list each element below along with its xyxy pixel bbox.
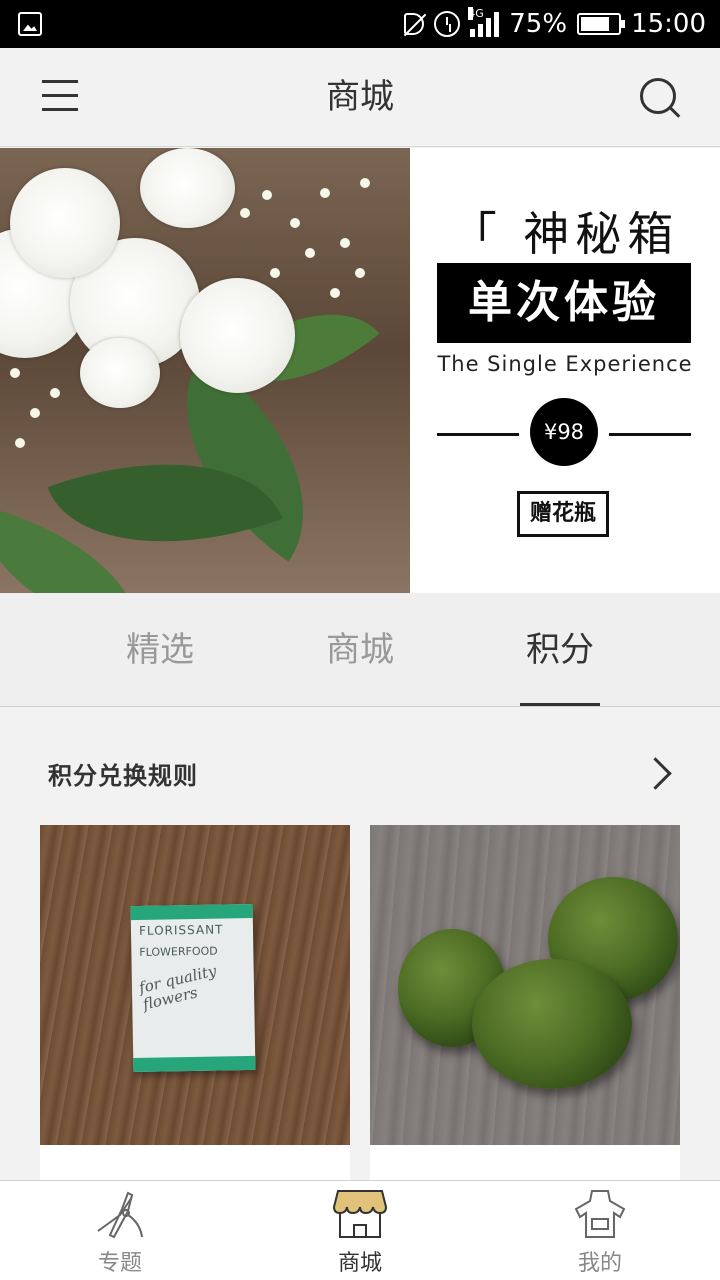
mute-icon <box>404 13 425 35</box>
banner-flower-image <box>0 148 410 593</box>
flower-food-packet: FLORISSANT FLOWERFOOD for quality flower… <box>130 903 256 1073</box>
shop-awning-icon <box>332 1190 388 1238</box>
product-card[interactable] <box>370 825 680 1185</box>
banner-single-experience-en: The Single Experience <box>437 352 693 376</box>
banner-price: ¥98 <box>530 398 598 466</box>
nav-mine[interactable]: 我的 <box>480 1181 720 1280</box>
product-image-moss <box>370 825 680 1145</box>
bottom-nav: 专题 商城 我的 <box>0 1180 720 1280</box>
divider <box>609 433 691 436</box>
gallery-notification-icon <box>18 12 42 36</box>
nav-mine-label: 我的 <box>577 1251 622 1276</box>
packet-script: for quality flowers <box>137 961 219 1014</box>
nav-topics[interactable]: 专题 <box>0 1181 240 1280</box>
nav-topics-label: 专题 <box>97 1251 142 1276</box>
clock: 15:00 <box>631 9 706 39</box>
packet-brand: FLORISSANT <box>138 922 224 938</box>
category-tabs: 精选 商城 积分 <box>0 593 720 707</box>
nav-mall-label: 商城 <box>337 1251 382 1276</box>
status-bar: 4G 75% 15:00 <box>0 0 720 48</box>
promo-banner[interactable]: 「 神秘箱 」 单次体验 The Single Experience ¥98 赠… <box>0 148 720 593</box>
battery-percent: 75% <box>509 9 568 39</box>
apron-icon <box>574 1190 626 1238</box>
signal-icon: 4G <box>468 7 500 37</box>
banner-single-experience: 单次体验 <box>437 263 691 343</box>
points-rules-label: 积分兑换规则 <box>48 762 198 790</box>
points-rules-row[interactable]: 积分兑换规则 <box>0 708 720 824</box>
network-type: 4G <box>468 7 484 20</box>
product-image-flower-food: FLORISSANT FLOWERFOOD for quality flower… <box>40 825 350 1145</box>
app-header: 商城 <box>0 48 720 147</box>
nav-mall[interactable]: 商城 <box>240 1181 480 1280</box>
banner-gift-badge: 赠花瓶 <box>517 491 609 537</box>
alarm-icon <box>434 11 461 37</box>
page-title: 商城 <box>326 77 394 117</box>
pruning-shears-icon <box>97 1191 143 1239</box>
tab-points[interactable]: 积分 <box>440 593 680 707</box>
battery-icon <box>577 13 626 35</box>
packet-subtitle: FLOWERFOOD <box>139 944 218 959</box>
banner-copy: 「 神秘箱 」 单次体验 The Single Experience ¥98 赠… <box>410 148 720 593</box>
chevron-right-icon[interactable] <box>648 756 670 792</box>
active-tab-indicator <box>520 703 600 706</box>
divider <box>437 433 519 436</box>
product-card[interactable]: FLORISSANT FLOWERFOOD for quality flower… <box>40 825 350 1185</box>
search-icon[interactable] <box>640 78 682 120</box>
